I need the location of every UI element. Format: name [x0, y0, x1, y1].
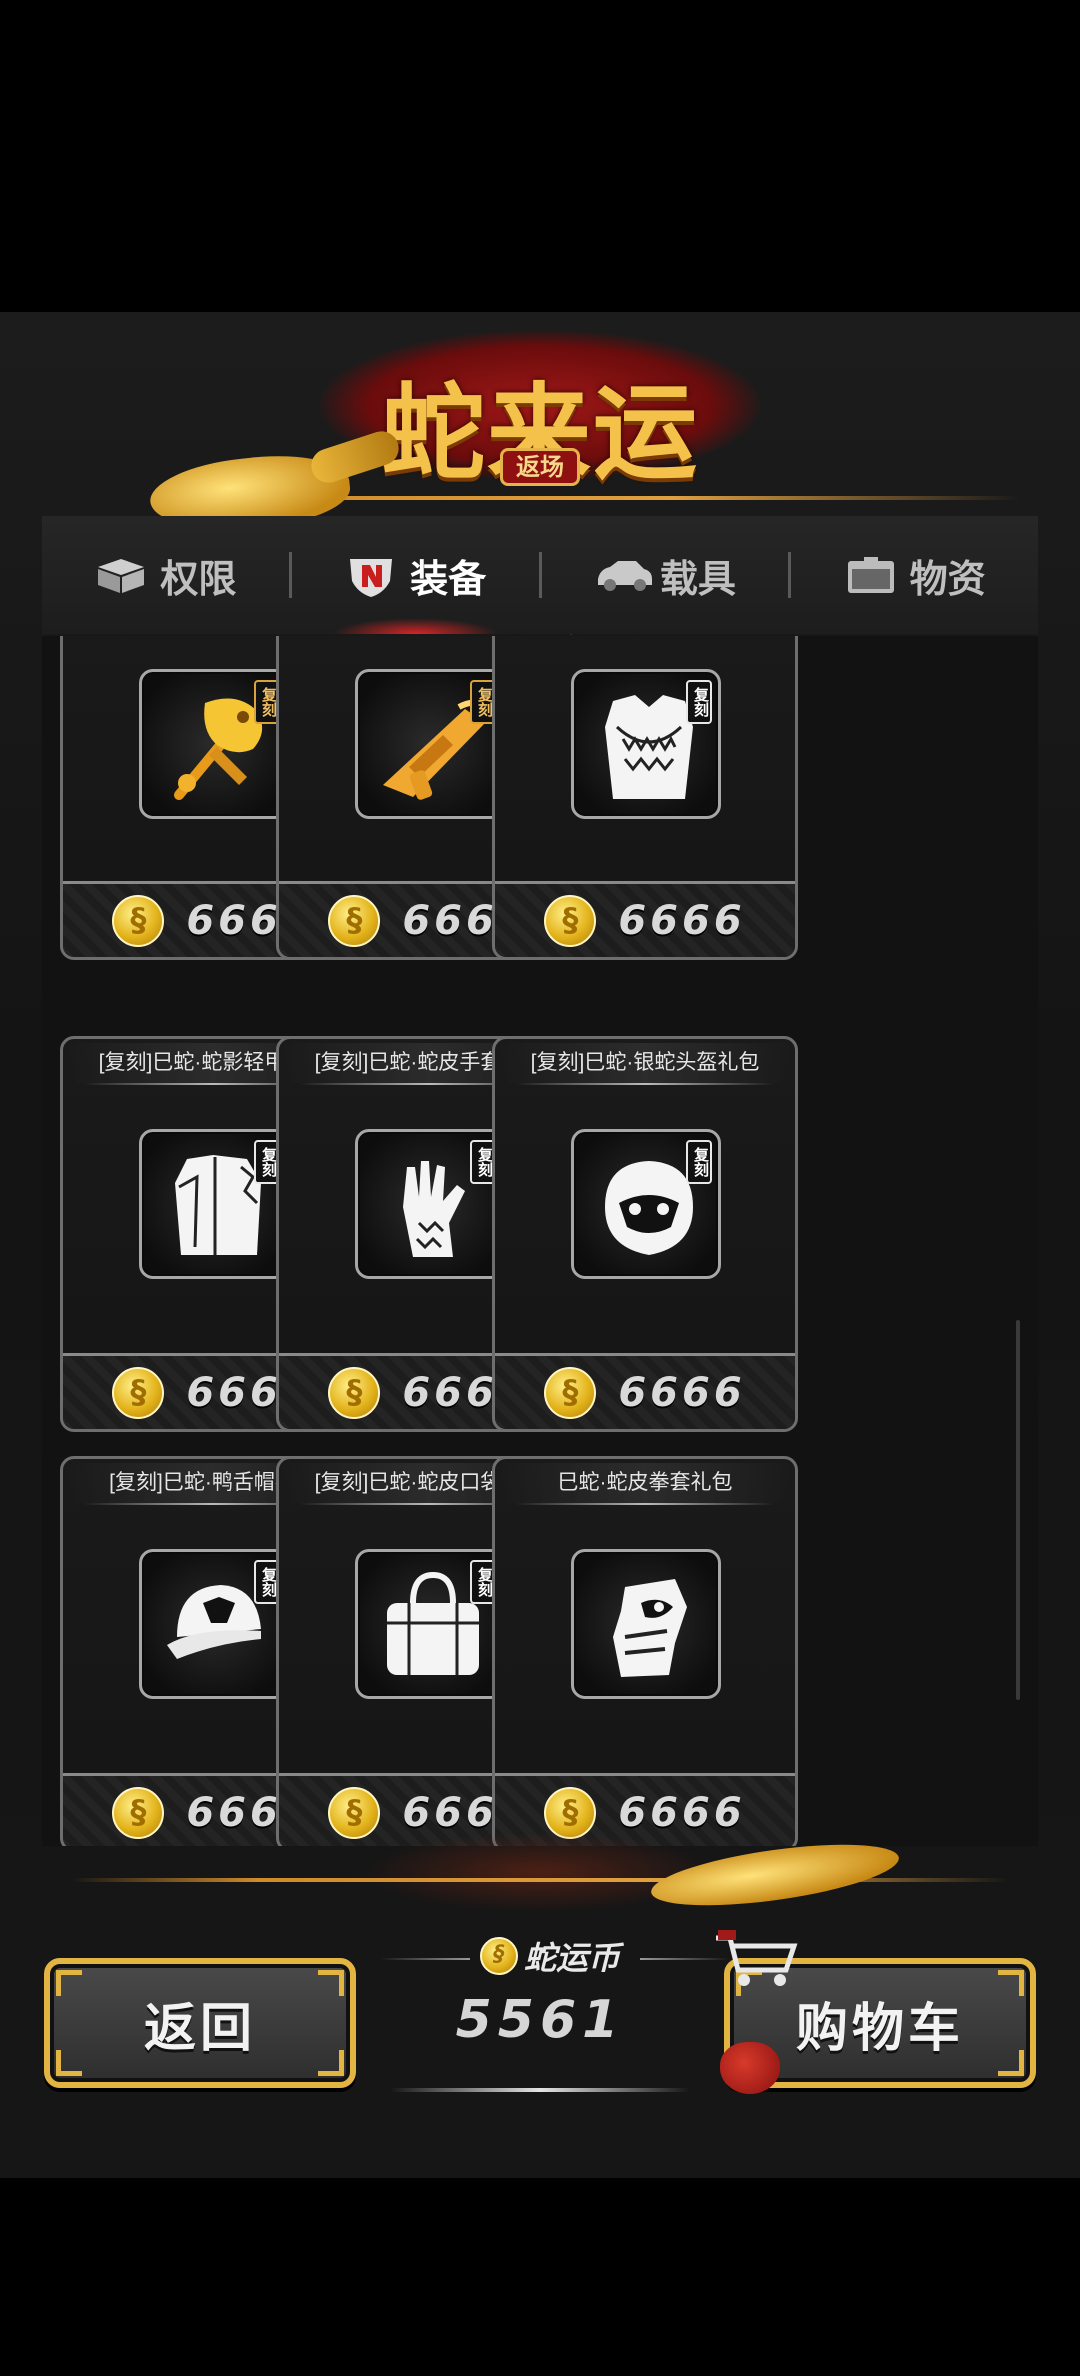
- item-thumbnail[interactable]: 复刻: [355, 1129, 505, 1279]
- item-thumbnail[interactable]: 复刻: [355, 669, 505, 819]
- price-bar[interactable]: 6666: [495, 881, 795, 957]
- item-card[interactable]: 复刻 6666: [492, 636, 798, 960]
- currency-balance: 5561: [455, 1990, 625, 2050]
- title-underline: [515, 1083, 775, 1085]
- item-thumbnail[interactable]: 复刻: [355, 1549, 505, 1699]
- coin-icon: [112, 1366, 165, 1419]
- tab-supplies[interactable]: 物资: [791, 516, 1038, 634]
- title-underline: [515, 1503, 775, 1505]
- snakeskin-fist-wrap-icon: [613, 1579, 687, 1677]
- lucky-bag-icon: [720, 2042, 780, 2094]
- item-title: 巳蛇·蛇皮拳套礼包: [495, 1463, 795, 1503]
- item-card[interactable]: 巳蛇·蛇皮拳套礼包 6666: [492, 1456, 798, 1846]
- item-thumbnail[interactable]: 复刻: [139, 1129, 289, 1279]
- coin-icon: [544, 1366, 597, 1419]
- ornate-corner-decoration: [318, 1970, 344, 1996]
- supply-crate-icon: [844, 555, 898, 595]
- item-thumbnail[interactable]: 复刻: [571, 1129, 721, 1279]
- rerun-badge: 复刻: [686, 680, 712, 724]
- coin-icon: [544, 1786, 597, 1839]
- shield-icon: [344, 555, 398, 597]
- coin-icon: [544, 894, 597, 947]
- category-tabs: 权限 装备 载具 物资: [42, 516, 1038, 634]
- tab-equipment[interactable]: 装备: [292, 516, 539, 634]
- box-icon: [94, 555, 148, 595]
- event-subtitle-badge: 返场: [500, 448, 580, 486]
- item-thumbnail[interactable]: 复刻: [139, 1549, 289, 1699]
- price-bar[interactable]: 6666: [495, 1353, 795, 1429]
- currency-name: 蛇运币: [523, 1939, 620, 1977]
- tab-privileges[interactable]: 权限: [42, 516, 289, 634]
- ornate-corner-decoration: [56, 2050, 82, 2076]
- coin-icon: [479, 1937, 518, 1975]
- coin-icon: [328, 1786, 381, 1839]
- item-thumbnail[interactable]: 复刻: [139, 669, 289, 819]
- tab-label: 装备: [410, 556, 487, 601]
- tab-label: 物资: [909, 556, 986, 601]
- divider: [390, 2088, 690, 2092]
- item-thumbnail[interactable]: [571, 1549, 721, 1699]
- event-title-banner: 蛇来运转 返场: [0, 320, 1080, 645]
- ornate-corner-decoration: [998, 1970, 1024, 1996]
- back-button[interactable]: 返回: [44, 1958, 356, 2088]
- coin-icon: [112, 894, 165, 947]
- scrollbar[interactable]: [1016, 1320, 1020, 1700]
- tab-label: 载具: [659, 556, 736, 601]
- coin-icon: [328, 894, 381, 947]
- rerun-badge: 复刻: [686, 1140, 712, 1184]
- item-thumbnail[interactable]: 复刻: [571, 669, 721, 819]
- currency-label: 蛇运币: [450, 1934, 650, 1978]
- ornate-corner-decoration: [56, 1970, 82, 1996]
- item-price: 6666: [618, 1789, 746, 1836]
- coin-icon: [112, 1786, 165, 1839]
- tab-label: 权限: [160, 556, 237, 601]
- tab-vehicles[interactable]: 载具: [542, 516, 789, 634]
- car-icon: [594, 555, 652, 595]
- cart-button-label: 购物车: [795, 1998, 964, 2059]
- ornate-corner-decoration: [998, 2050, 1024, 2076]
- ornate-corner-decoration: [318, 2050, 344, 2076]
- coin-icon: [328, 1366, 381, 1419]
- back-button-label: 返回: [143, 1998, 256, 2059]
- item-title: [复刻]巳蛇·银蛇头盔礼包: [495, 1043, 795, 1083]
- shopping-cart-icon: [716, 1930, 798, 1986]
- item-grid: 复刻 6666 复刻 6666 复刻 6666 [复刻]巳蛇·蛇影轻甲礼包 复刻…: [42, 636, 1038, 1846]
- item-price: 6666: [618, 897, 746, 944]
- item-card[interactable]: [复刻]巳蛇·银蛇头盔礼包 复刻 6666: [492, 1036, 798, 1432]
- item-price: 6666: [618, 1369, 746, 1416]
